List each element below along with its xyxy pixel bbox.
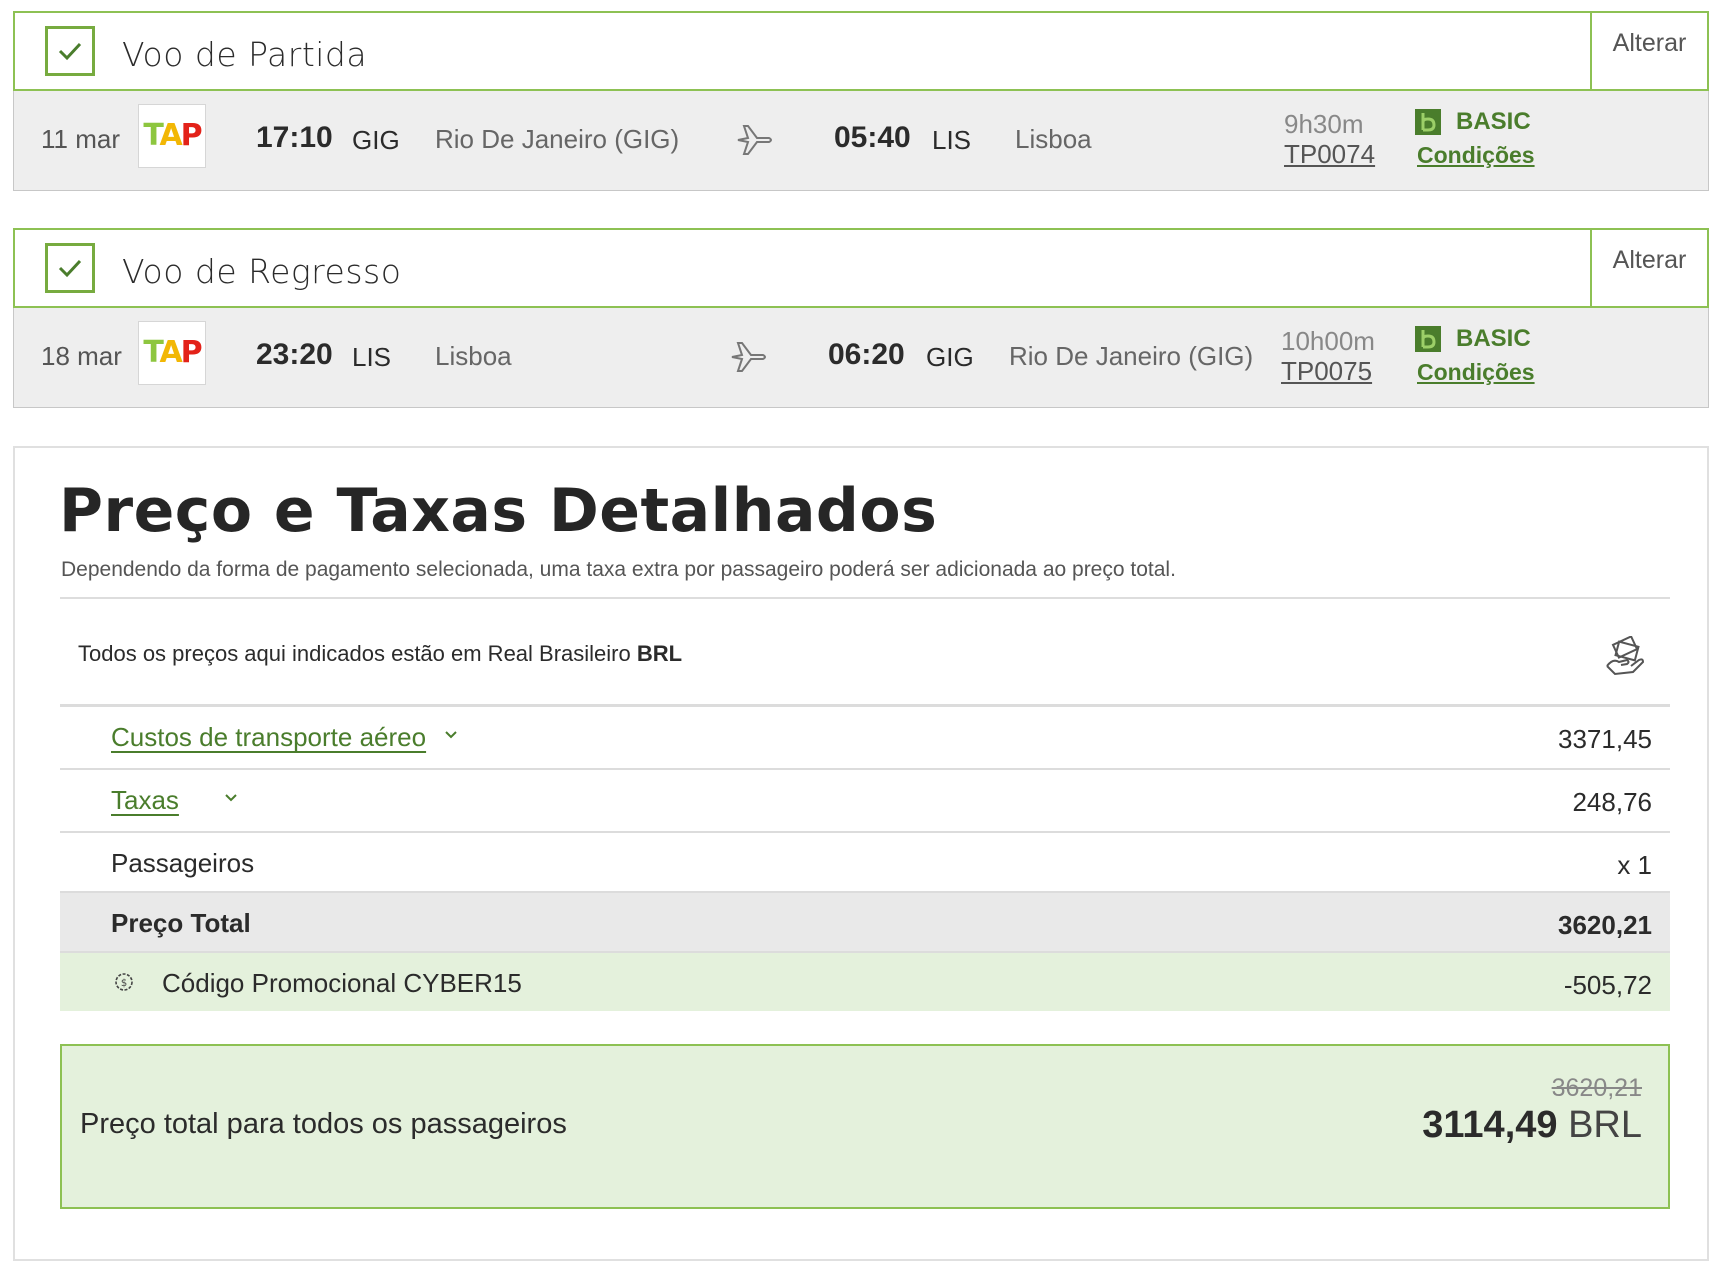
flight-header: Voo de Regresso Alterar (13, 228, 1709, 308)
flight-header: Voo de Partida Alterar (13, 11, 1709, 91)
flight-details-row: 18 mar TAP 23:20 LIS Lisboa 06:20 GIG Ri… (13, 308, 1709, 408)
flight-date: 11 mar (41, 124, 120, 154)
chevron-down-icon[interactable] (444, 727, 458, 745)
flight-return: Voo de Regresso Alterar 18 mar TAP 23:20… (13, 228, 1709, 408)
flight-duration: 9h30m (1284, 109, 1364, 139)
plane-icon (736, 123, 774, 162)
table-row-promo: $ Código Promocional CYBER15 -505,72 (60, 953, 1670, 1011)
currency-code: BRL (636, 641, 683, 666)
currency-note: Todos os preços aqui indicados estão em … (78, 641, 683, 666)
flight-title: Voo de Partida (122, 35, 368, 74)
fare-name: BASIC (1456, 108, 1531, 135)
flight-number-link[interactable]: TP0074 (1284, 139, 1375, 170)
arrival-code: LIS (932, 125, 972, 155)
grand-total-box: Preço total para todos os passageiros 36… (60, 1044, 1670, 1209)
price-title: Preço e Taxas Detalhados (59, 476, 938, 546)
svg-text:$: $ (121, 978, 127, 989)
total-label: Preço Total (111, 908, 251, 938)
transport-costs-toggle[interactable]: Custos de transporte aéreo (111, 722, 426, 753)
final-price: 3114,49 BRL (1422, 1104, 1642, 1146)
departure-code: GIG (352, 125, 400, 155)
coin-icon: $ (114, 972, 134, 997)
departure-code: LIS (352, 342, 392, 372)
taxes-toggle[interactable]: Taxas (111, 785, 179, 816)
table-row-taxes: Taxas 248,76 (60, 770, 1670, 833)
price-table: Custos de transporte aéreo 3371,45 Taxas… (60, 704, 1670, 1011)
transport-costs-value: 3371,45 (1558, 724, 1652, 754)
airline-logo: TAP (138, 321, 206, 385)
check-icon (45, 26, 95, 76)
arrival-city: Lisboa (1015, 124, 1092, 154)
arrival-code: GIG (926, 342, 974, 372)
table-row-total: Preço Total 3620,21 (60, 893, 1670, 953)
promo-value: -505,72 (1563, 970, 1652, 1000)
check-icon (45, 243, 95, 293)
passengers-value: x 1 (1617, 850, 1652, 880)
arrival-city: Rio De Janeiro (GIG) (1009, 341, 1254, 371)
airline-logo: TAP (138, 104, 206, 168)
taxes-value: 248,76 (1572, 787, 1652, 817)
change-flight-button[interactable]: Alterar (1590, 13, 1707, 89)
basic-fare-icon (1415, 326, 1441, 352)
flight-title: Voo de Regresso (122, 252, 402, 291)
passengers-label: Passageiros (111, 848, 255, 878)
promo-label: Código Promocional CYBER15 (162, 968, 522, 998)
plane-icon (730, 340, 768, 379)
departure-time: 23:20 (256, 338, 333, 371)
flight-number-link[interactable]: TP0075 (1281, 356, 1372, 387)
table-row-passengers: Passageiros x 1 (60, 833, 1670, 893)
arrival-time: 05:40 (834, 121, 911, 154)
departure-city: Rio De Janeiro (GIG) (435, 124, 680, 154)
arrival-time: 06:20 (828, 338, 905, 371)
grand-total-label: Preço total para todos os passageiros (80, 1108, 567, 1140)
basic-fare-icon (1415, 109, 1441, 135)
original-price: 3620,21 (1551, 1074, 1642, 1102)
fare-name: BASIC (1456, 325, 1531, 352)
flight-date: 18 mar (41, 341, 122, 371)
chevron-down-icon[interactable] (224, 790, 238, 808)
divider (60, 597, 1670, 599)
table-row-transport: Custos de transporte aéreo 3371,45 (60, 707, 1670, 770)
flight-duration: 10h00m (1281, 326, 1375, 356)
price-details-panel: Preço e Taxas Detalhados Dependendo da f… (13, 446, 1709, 1261)
flight-details-row: 11 mar TAP 17:10 GIG Rio De Janeiro (GIG… (13, 91, 1709, 191)
change-flight-button[interactable]: Alterar (1590, 230, 1707, 306)
conditions-link[interactable]: Condições (1417, 359, 1535, 386)
departure-time: 17:10 (256, 121, 333, 154)
price-subtitle: Dependendo da forma de pagamento selecio… (61, 558, 1176, 581)
money-hand-icon (1603, 635, 1647, 681)
total-value: 3620,21 (1558, 910, 1652, 940)
departure-city: Lisboa (435, 341, 512, 371)
conditions-link[interactable]: Condições (1417, 142, 1535, 169)
flight-outbound: Voo de Partida Alterar 11 mar TAP 17:10 … (13, 11, 1709, 191)
